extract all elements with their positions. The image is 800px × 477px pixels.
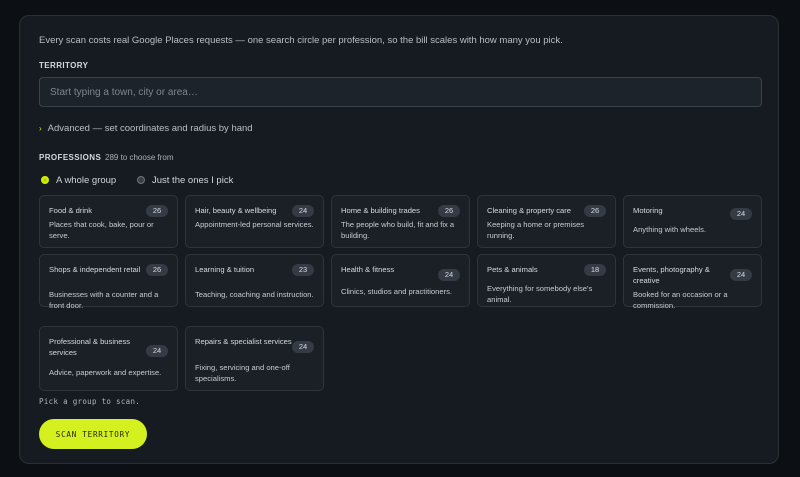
group-card-professional-business[interactable]: Professional & business services 24 Advi… <box>39 326 178 391</box>
group-card-events-creative[interactable]: Events, photography & creative 24 Booked… <box>623 254 762 310</box>
group-title: Motoring <box>633 206 663 215</box>
mode-whole-group-label: A whole group <box>56 174 117 186</box>
group-card-hair-beauty[interactable]: Hair, beauty & wellbeing 24 Appointment-… <box>185 195 324 248</box>
group-title: Repairs & specialist services <box>195 337 292 346</box>
group-count-badge: 24 <box>730 208 752 220</box>
group-title: Pets & animals <box>487 265 538 274</box>
group-title: Cleaning & property care <box>487 206 571 215</box>
group-count-badge: 26 <box>146 205 168 217</box>
scan-territory-button[interactable]: SCAN TERRITORY <box>39 419 147 449</box>
group-count-badge: 26 <box>438 205 460 217</box>
group-count-badge: 24 <box>730 269 752 281</box>
group-card-motoring[interactable]: Motoring 24 Anything with wheels. <box>623 195 762 248</box>
group-card-shops-retail[interactable]: Shops & independent retail 26 Businesses… <box>39 254 178 310</box>
group-title: Events, photography & creative <box>633 265 710 285</box>
group-count-badge: 24 <box>438 269 460 281</box>
mode-pick-label: Just the ones I pick <box>152 174 234 186</box>
group-title: Home & building trades <box>341 206 420 215</box>
group-title: Shops & independent retail <box>49 265 141 274</box>
territory-search-input[interactable] <box>39 77 762 107</box>
group-description: Clinics, studios and practitioners. <box>341 287 453 296</box>
group-title: Hair, beauty & wellbeing <box>195 206 277 215</box>
scan-hint: Pick a group to scan. <box>39 397 141 406</box>
professions-count: 289 to choose from <box>105 153 174 162</box>
group-description: Anything with wheels. <box>633 225 707 234</box>
radio-unselected-icon <box>137 176 145 184</box>
group-count-badge: 18 <box>584 264 606 276</box>
group-title: Professional & business services <box>49 337 131 357</box>
group-description: The people who build, fit and fix a buil… <box>341 220 455 240</box>
group-card-repairs-specialist[interactable]: Repairs & specialist services 24 Fixing,… <box>185 326 324 391</box>
intro-text: Every scan costs real Google Places requ… <box>39 35 563 46</box>
group-count-badge: 23 <box>292 264 314 276</box>
group-description: Keeping a home or premises running. <box>487 220 585 240</box>
mode-whole-group-radio[interactable]: A whole group <box>41 173 116 187</box>
group-card-learning[interactable]: Learning & tuition 23 Teaching, coaching… <box>185 254 324 307</box>
group-description: Teaching, coaching and instruction. <box>195 290 314 299</box>
mode-pick-radio[interactable]: Just the ones I pick <box>137 173 233 187</box>
group-card-pets-animals[interactable]: Pets & animals 18 Everything for somebod… <box>477 254 616 307</box>
scan-panel: Every scan costs real Google Places requ… <box>19 15 779 464</box>
group-description: Advice, paperwork and expertise. <box>49 368 162 377</box>
group-description: Booked for an occasion or a commission. <box>633 290 728 310</box>
group-card-health-fitness[interactable]: Health & fitness 24 Clinics, studios and… <box>331 254 470 307</box>
radio-selected-icon <box>41 176 49 184</box>
group-count-badge: 24 <box>146 345 168 357</box>
group-description: Appointment-led personal services. <box>195 220 314 229</box>
group-title: Health & fitness <box>341 265 395 274</box>
group-description: Everything for somebody else's animal. <box>487 284 593 304</box>
group-description: Places that cook, bake, pour or serve. <box>49 220 154 240</box>
group-title: Learning & tuition <box>195 265 255 274</box>
group-count-badge: 26 <box>584 205 606 217</box>
territory-label: TERRITORY <box>39 61 89 70</box>
group-count-badge: 24 <box>292 341 314 353</box>
advanced-toggle-label: Advanced — set coordinates and radius by… <box>47 123 253 134</box>
group-description: Businesses with a counter and a front do… <box>49 290 159 310</box>
group-card-home-building[interactable]: Home & building trades 26 The people who… <box>331 195 470 248</box>
group-card-cleaning[interactable]: Cleaning & property care 26 Keeping a ho… <box>477 195 616 248</box>
group-card-food-drink[interactable]: Food & drink 26 Places that cook, bake, … <box>39 195 178 248</box>
advanced-toggle[interactable]: › Advanced — set coordinates and radius b… <box>39 123 253 134</box>
group-description: Fixing, servicing and one-off specialism… <box>195 363 290 383</box>
chevron-right-icon: › <box>39 124 42 133</box>
professions-label: PROFESSIONS <box>39 153 102 162</box>
group-count-badge: 26 <box>146 264 168 276</box>
group-count-badge: 24 <box>292 205 314 217</box>
group-title: Food & drink <box>49 206 93 215</box>
